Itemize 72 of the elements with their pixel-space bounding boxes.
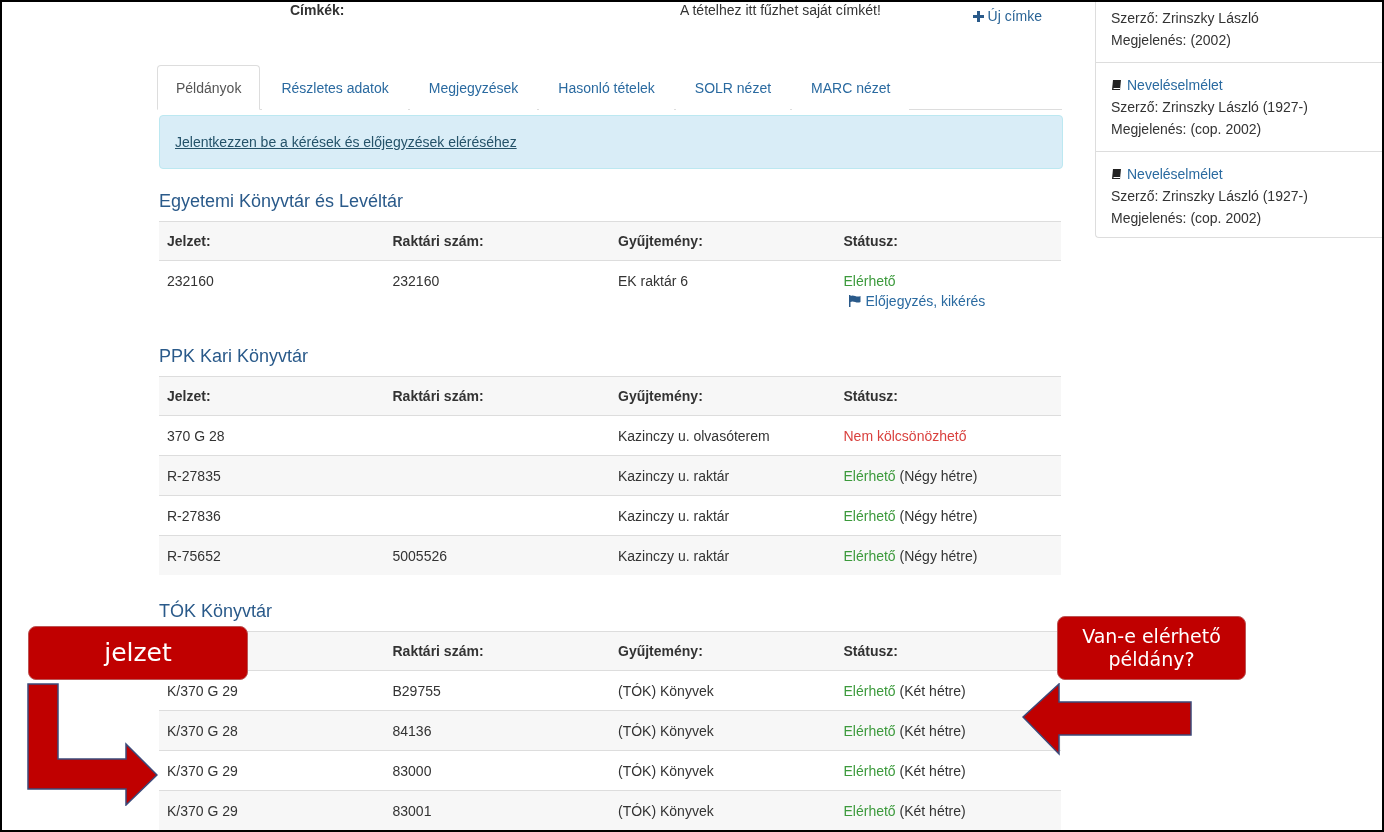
column-header: Jelzet: [159,376,385,416]
table-cell: R-75652 [159,535,385,575]
loan-period-text: (Két hétre) [898,763,966,779]
book-icon [1111,79,1123,91]
book-icon [1111,168,1123,180]
table-cell: K/370 G 28 [159,710,385,751]
table-cell: R-27835 [159,455,385,496]
published-text: Megjelenés: (cop. 2002) [1111,120,1263,139]
table-cell: (TÓK) Könyvek [610,750,836,791]
author-text: Szerző: Zrinszky László (1927-) [1111,187,1309,206]
column-header: Gyűjtemény: [610,376,836,416]
column-header: Státusz: [835,221,1061,261]
table-cell: (TÓK) Könyvek [610,790,836,830]
table-cell: B29755 [384,670,610,711]
table-cell: 232160 [384,260,610,320]
author-text: Szerző: Zrinszky László (1927-) [1111,98,1309,117]
column-header: Gyűjtemény: [610,221,836,261]
status-text: Elérhető [843,683,896,699]
loan-period-text: (Négy hétre) [898,468,978,484]
status-text: Elérhető [843,548,896,564]
item-title-link[interactable]: Neveléselmélet [1111,163,1367,185]
loan-period-text: (Két hétre) [898,683,966,699]
table-cell: 370 G 28 [159,415,385,456]
table-cell: (TÓK) Könyvek [610,710,836,751]
library-heading: PPK Kari Könyvtár [159,345,310,368]
table-cell: 232160 [159,260,385,320]
column-header: Raktári szám: [384,221,610,261]
item-title-link[interactable]: Neveléselmélet [1111,74,1367,96]
column-header: Státusz: [835,376,1061,416]
hold-link[interactable]: Előjegyzés, kikérés [865,293,986,309]
table-cell: Kazinczy u. raktár [610,535,836,575]
library-heading: TÓK Könyvtár [159,599,274,623]
status-text: Elérhető [843,273,896,289]
status-text: Elérhető [843,468,896,484]
callout-label: Van-e elérhető példány? [1057,616,1246,680]
table-cell: 83001 [384,790,610,830]
table-cell: Kazinczy u. raktár [610,455,836,496]
table-cell: R-27836 [159,495,385,536]
status-text: Elérhető [843,508,896,524]
status-text: Elérhető [843,803,896,819]
author-text: Szerző: Zrinszky László [1111,9,1260,28]
loan-period-text: (Két hétre) [898,803,966,819]
table-cell: K/370 G 29 [159,750,385,791]
login-link[interactable]: Jelentkezzen be a kérések és előjegyzések eléréséhez [175,134,517,150]
plus-icon [972,10,984,22]
table-cell: 5005526 [384,535,610,575]
tags-label: Címkék: [290,2,346,18]
column-header: Gyűjtemény: [610,631,836,671]
flag-icon [847,295,862,307]
callout-label: jelzet [28,626,248,680]
status-text: Nem kölcsönözhető [843,428,967,444]
loan-period-text: (Két hétre) [898,723,966,739]
status-text: Elérhető [843,723,896,739]
column-header: Raktári szám: [384,376,610,416]
status-text: Elérhető [843,763,896,779]
new-tag-button[interactable]: Új címke [972,8,1042,24]
tab[interactable]: Példányok [157,65,261,110]
library-heading: Egyetemi Könyvtár és Levéltár [159,190,405,213]
published-text: Megjelenés: (2002) [1111,31,1232,50]
column-header: Jelzet: [159,221,385,261]
tags-hint: A tételhez itt fűzhet saját címkét! [680,2,882,18]
published-text: Megjelenés: (cop. 2002) [1111,209,1263,228]
table-cell: K/370 G 29 [159,790,385,830]
loan-period-text: (Négy hétre) [898,508,978,524]
table-cell: 83000 [384,750,610,791]
column-header: Raktári szám: [384,631,610,671]
table-cell: (TÓK) Könyvek [610,670,836,711]
table-cell: 84136 [384,710,610,751]
table-cell: Kazinczy u. olvasóterem [610,415,836,456]
table-cell: Kazinczy u. raktár [610,495,836,536]
loan-period-text: (Négy hétre) [898,548,978,564]
table-cell: EK raktár 6 [610,260,836,320]
